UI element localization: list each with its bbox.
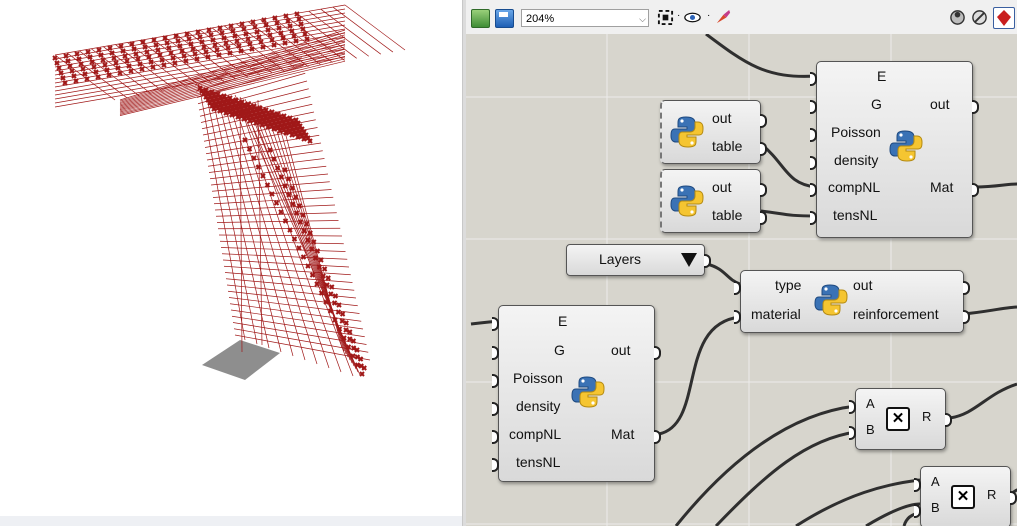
- python-script-b[interactable]: out table: [660, 169, 767, 233]
- multiply-icon: ✕: [886, 407, 910, 431]
- input-port-poisson[interactable]: [810, 128, 817, 142]
- input-e: E: [877, 68, 887, 84]
- python-icon: [571, 376, 605, 408]
- multiply-component-b[interactable]: A B ✕ R: [914, 466, 1017, 526]
- no-preview-icon[interactable]: [971, 9, 988, 26]
- output-mat: Mat: [930, 179, 954, 195]
- input-poisson: Poisson: [513, 370, 563, 386]
- input-port-density[interactable]: [810, 156, 817, 170]
- layers-value-list[interactable]: Layers: [566, 244, 711, 276]
- material-component-bottom[interactable]: E G Poisson density compNL tensNL out Ma…: [492, 305, 661, 482]
- input-compnl: compNL: [828, 179, 881, 195]
- input-port-type[interactable]: [734, 281, 741, 295]
- input-type: type: [775, 277, 802, 293]
- zoom-extents-icon[interactable]: [657, 9, 674, 26]
- input-port-b[interactable]: [914, 504, 921, 518]
- viewport-status-strip: [0, 516, 462, 526]
- input-e: E: [558, 313, 568, 329]
- python-icon: [670, 185, 704, 217]
- dropdown-dot-2: ·: [707, 10, 711, 21]
- input-port-g[interactable]: [492, 346, 499, 360]
- input-density: density: [834, 152, 879, 168]
- output-mat: Mat: [611, 426, 635, 442]
- output-out: out: [712, 179, 732, 195]
- open-file-icon[interactable]: [471, 9, 490, 28]
- input-g: G: [871, 96, 882, 112]
- input-a: A: [866, 396, 875, 411]
- output-out: out: [712, 110, 732, 126]
- input-port-b[interactable]: [849, 426, 856, 440]
- python-icon: [889, 130, 923, 162]
- python-icon: [814, 284, 848, 316]
- output-r: R: [922, 409, 932, 424]
- input-port-material[interactable]: [734, 310, 741, 324]
- input-port-poisson[interactable]: [492, 374, 499, 388]
- input-port-a[interactable]: [849, 400, 856, 414]
- render-preview-icon[interactable]: [993, 7, 1015, 29]
- output-table: table: [712, 207, 743, 223]
- sphere-display-icon[interactable]: [949, 9, 966, 26]
- zoom-value: 204%: [526, 13, 555, 25]
- input-tensnl: tensNL: [833, 207, 878, 223]
- input-port-tensnl[interactable]: [492, 458, 499, 472]
- reinforcement-component[interactable]: type material out reinforcement: [734, 270, 970, 333]
- input-g: G: [554, 342, 565, 358]
- output-reinforcement: reinforcement: [853, 306, 939, 322]
- input-b: B: [866, 422, 875, 437]
- input-port-a[interactable]: [914, 478, 921, 492]
- python-script-a[interactable]: out table: [660, 100, 767, 164]
- output-out: out: [853, 277, 873, 293]
- zoom-select[interactable]: 204% ⌵: [521, 9, 649, 27]
- dropdown-dot: ·: [677, 10, 681, 21]
- input-port-e[interactable]: [810, 72, 817, 86]
- input-port-compnl[interactable]: [492, 430, 499, 444]
- preview-eye-icon[interactable]: [684, 9, 701, 26]
- input-b: B: [931, 500, 940, 515]
- input-density: density: [516, 398, 561, 414]
- layers-label: Layers: [599, 251, 642, 267]
- grasshopper-editor: 204% ⌵ · · E G Poisson density compNL te…: [466, 0, 1017, 526]
- python-icon: [670, 116, 704, 148]
- rhino-viewport[interactable]: [0, 0, 462, 526]
- input-material: material: [751, 306, 801, 322]
- input-port-e[interactable]: [492, 317, 499, 331]
- material-component-top[interactable]: E G Poisson density compNL tensNL out Ma…: [810, 61, 979, 238]
- input-port-g[interactable]: [810, 100, 817, 114]
- dropdown-triangle-icon[interactable]: [680, 252, 698, 268]
- input-port-density[interactable]: [492, 402, 499, 416]
- input-port-tensnl[interactable]: [810, 211, 817, 225]
- wire-lines: [54, 4, 406, 377]
- input-a: A: [931, 474, 940, 489]
- output-table: table: [712, 138, 743, 154]
- input-poisson: Poisson: [831, 124, 881, 140]
- save-icon[interactable]: [495, 9, 514, 28]
- input-port-compnl[interactable]: [810, 183, 817, 197]
- multiply-icon: ✕: [951, 485, 975, 509]
- wireframe-model: [52, 4, 406, 380]
- input-tensnl: tensNL: [516, 454, 561, 470]
- sketch-pen-icon[interactable]: [715, 9, 732, 26]
- canvas-toolbar: 204% ⌵ · ·: [466, 0, 1017, 35]
- multiply-component-a[interactable]: A B ✕ R: [849, 388, 952, 450]
- input-compnl: compNL: [509, 426, 562, 442]
- output-out: out: [611, 342, 631, 358]
- output-r: R: [987, 487, 997, 502]
- grasshopper-canvas[interactable]: E G Poisson density compNL tensNL out Ma…: [466, 34, 1017, 526]
- output-out: out: [930, 96, 950, 112]
- chevron-down-icon: ⌵: [639, 14, 646, 24]
